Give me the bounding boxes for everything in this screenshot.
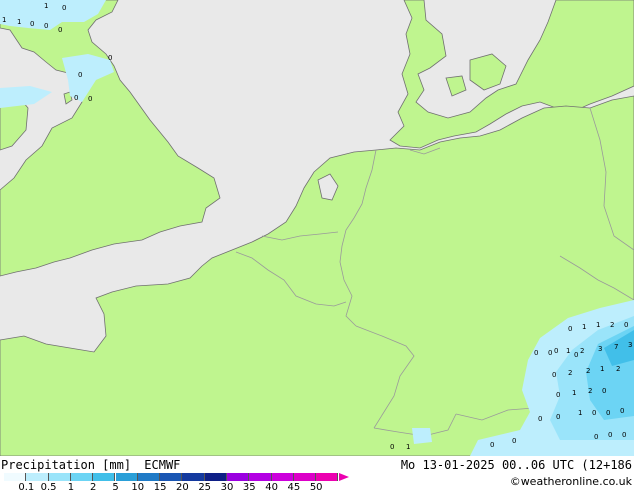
map-label: 0 bbox=[534, 349, 538, 357]
legend-swatch bbox=[26, 473, 49, 481]
map-label: 0 bbox=[552, 371, 556, 379]
map-label: 0 bbox=[592, 409, 596, 417]
legend-tick-label: 0.1 bbox=[18, 482, 35, 493]
model-name: ECMWF bbox=[144, 458, 181, 472]
legend-tick-label: 30 bbox=[220, 482, 234, 493]
map-label: 0 bbox=[58, 26, 62, 34]
map-label: 2 bbox=[610, 321, 614, 329]
legend-tick-label: 10 bbox=[131, 482, 145, 493]
legend-tick-label: 45 bbox=[287, 482, 301, 493]
map-label: 1 bbox=[44, 2, 48, 10]
legend-tick-label: 25 bbox=[198, 482, 212, 493]
legend-swatch bbox=[4, 473, 27, 481]
map-label: 2 bbox=[616, 365, 620, 373]
legend-swatch bbox=[160, 473, 183, 481]
map-label: 0 bbox=[594, 433, 598, 441]
map-label: 3 bbox=[598, 345, 602, 353]
legend-tick-label: 0.5 bbox=[40, 482, 57, 493]
credit: ©weatheronline.co.uk bbox=[509, 475, 632, 488]
legend-swatch bbox=[293, 473, 317, 481]
map-label: 0 bbox=[512, 437, 516, 445]
legend-swatch bbox=[137, 473, 161, 481]
legend-swatch bbox=[271, 473, 294, 481]
map-label: 0 bbox=[606, 409, 610, 417]
precip-alps-spot bbox=[412, 428, 432, 444]
map-label: 1 bbox=[582, 323, 586, 331]
legend-swatch bbox=[227, 473, 250, 481]
map-label: 0 bbox=[538, 415, 542, 423]
map-label: 0 bbox=[74, 94, 78, 102]
map-label: 0 bbox=[548, 349, 552, 357]
legend-tick-label: 5 bbox=[112, 482, 119, 493]
map-label: 1 bbox=[406, 443, 410, 451]
map-label: 1 bbox=[600, 365, 604, 373]
legend-tick-label: 1 bbox=[67, 482, 75, 493]
title: Precipitation [mm] ECMWF bbox=[1, 458, 180, 472]
legend-swatch bbox=[204, 473, 227, 481]
map-label: 0 bbox=[554, 347, 558, 355]
legend-tick-label: 20 bbox=[176, 482, 189, 493]
legend-tick-label: 50 bbox=[309, 482, 323, 493]
map-label: 0 bbox=[556, 413, 560, 421]
legend-tick-label: 40 bbox=[265, 482, 278, 493]
legend-swatch bbox=[115, 473, 138, 481]
map-label: 0 bbox=[108, 54, 112, 62]
title-text: Precipitation [mm] bbox=[1, 458, 132, 472]
map-label: 2 bbox=[586, 367, 590, 375]
legend-tick-label: 35 bbox=[242, 482, 256, 493]
map-label: 0 bbox=[62, 4, 66, 12]
map-label: 0 bbox=[556, 391, 560, 399]
legend-swatch bbox=[249, 473, 272, 481]
legend-swatch bbox=[48, 473, 71, 481]
legend-swatch bbox=[70, 473, 94, 481]
map-label: 1 bbox=[566, 347, 570, 355]
map-label: 0 bbox=[608, 431, 612, 439]
map-label: 1 bbox=[2, 16, 6, 24]
map-label: 1 bbox=[578, 409, 582, 417]
map-label: 1 bbox=[17, 18, 21, 26]
legend-swatch bbox=[316, 473, 339, 481]
map-label: 2 bbox=[588, 387, 592, 395]
map-label: 0 bbox=[624, 321, 628, 329]
map-label: 2 bbox=[580, 347, 584, 355]
map-label: 2 bbox=[568, 369, 572, 377]
legend-tick-label: 2 bbox=[90, 482, 97, 493]
datetime: Mo 13-01-2025 00..06 UTC (12+186 bbox=[400, 458, 632, 472]
map-label: 0 bbox=[622, 431, 626, 439]
map-label: 0 bbox=[602, 387, 606, 395]
map-label: 1 bbox=[572, 389, 576, 397]
precipitation-map: 1 1 0 0 1 0 0 0 0 0 0 0 0 0 1 1 2 0 0 1 … bbox=[0, 0, 634, 456]
map-label: 1 bbox=[596, 321, 600, 329]
legend-swatch bbox=[93, 473, 116, 481]
map-label: 0 bbox=[568, 325, 572, 333]
map-label: 0 bbox=[88, 95, 92, 103]
legend-arrow bbox=[338, 473, 349, 481]
map-label: 0 bbox=[78, 71, 82, 79]
map-label: 0 bbox=[30, 20, 34, 28]
legend-swatch bbox=[182, 473, 205, 481]
map-label: 7 bbox=[614, 343, 618, 351]
map-label: 3 bbox=[628, 341, 632, 349]
map-label: 0 bbox=[44, 22, 48, 30]
map-label: 0 bbox=[490, 441, 494, 449]
legend-tick-label: 15 bbox=[153, 482, 167, 493]
map-label: 0 bbox=[390, 443, 394, 451]
map-label: 0 bbox=[574, 351, 578, 359]
map-label: 0 bbox=[620, 407, 624, 415]
